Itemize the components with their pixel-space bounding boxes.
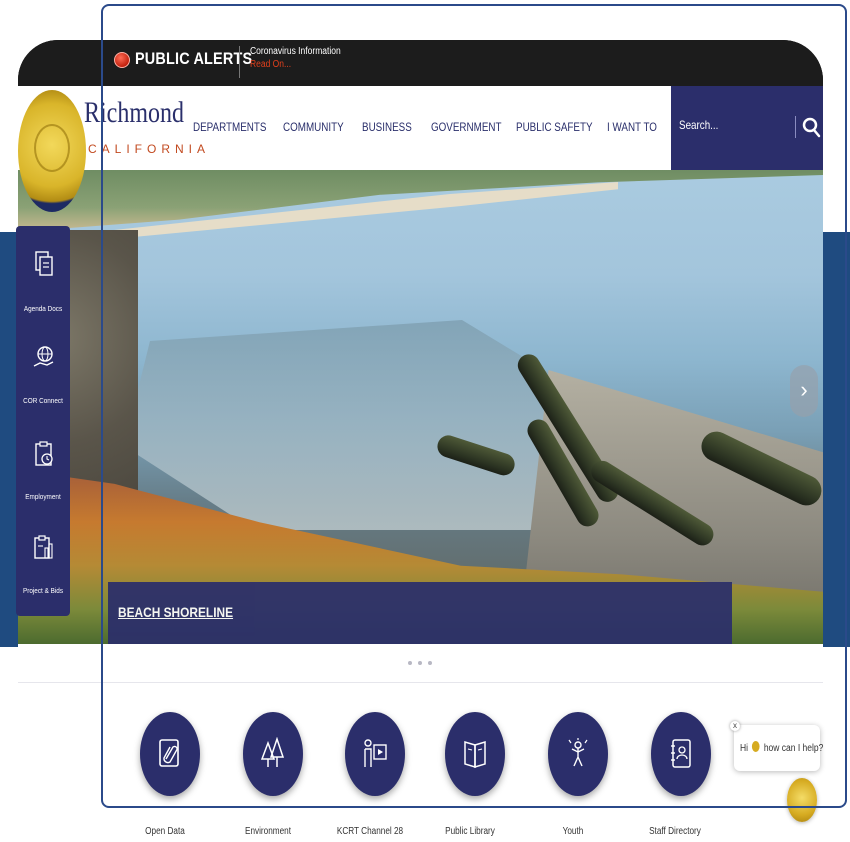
alert-divider [239, 46, 240, 78]
nav-business[interactable]: BUSINESS [362, 120, 412, 134]
hero-caption-box: BEACH SHORELINE [108, 582, 732, 644]
document-icon [35, 251, 53, 276]
link-staff-directory[interactable] [651, 712, 711, 796]
link-label[interactable]: Environment [223, 826, 313, 837]
carousel-dot[interactable] [408, 661, 412, 665]
site-header: Richmond CALIFORNIA DEPARTMENTS COMMUNIT… [18, 86, 823, 170]
seal-inner-ring [34, 124, 70, 172]
quick-link-label: Project & Bids [22, 586, 64, 595]
search-separator [795, 116, 796, 138]
quick-link-project-bids[interactable]: Project & Bids [16, 522, 70, 618]
book-icon [464, 740, 486, 769]
carousel-dot[interactable] [428, 661, 432, 665]
link-label[interactable]: Public Library [425, 826, 515, 837]
link-kcrt-channel-28[interactable] [345, 712, 405, 796]
quick-link-label: Employment [25, 492, 61, 501]
address-book-icon [671, 739, 691, 768]
logo-name[interactable]: Richmond [84, 96, 184, 130]
nav-departments[interactable]: DEPARTMENTS [193, 120, 266, 134]
trees-icon [260, 737, 285, 767]
nav-community[interactable]: COMMUNITY [283, 120, 344, 134]
link-youth[interactable] [548, 712, 608, 796]
link-label[interactable]: Youth [528, 826, 618, 837]
presenter-icon [364, 739, 387, 767]
section-divider [18, 682, 823, 683]
chat-emoji-icon [752, 741, 760, 752]
right-blue-band [823, 232, 850, 647]
link-environment[interactable] [243, 712, 303, 796]
chat-bubble[interactable]: x Hi how can I help? [730, 721, 823, 771]
website-screen: PUBLIC ALERTS Coronavirus Information Re… [18, 40, 823, 644]
chevron-right-icon[interactable]: › [790, 365, 818, 417]
carousel-dot[interactable] [418, 661, 422, 665]
chat-message: Hi how can I help? [740, 741, 823, 754]
chat-avatar-icon[interactable] [787, 778, 817, 822]
quick-link-label: COR Connect [23, 396, 63, 405]
link-label[interactable]: Staff Directory [630, 826, 720, 837]
alert-read-on-link[interactable]: Read On... [250, 59, 291, 70]
search-input[interactable]: Search... [679, 118, 718, 132]
link-open-data[interactable] [140, 712, 200, 796]
search-icon[interactable] [801, 116, 821, 138]
alert-info-text[interactable]: Coronavirus Information [250, 46, 341, 57]
quick-link-employment[interactable]: Employment [16, 426, 70, 522]
link-label[interactable]: Open Data [120, 826, 210, 837]
quick-link-agenda-docs[interactable]: Agenda Docs [16, 234, 70, 330]
chat-greeting: Hi [740, 743, 749, 754]
youth-icon [568, 738, 588, 767]
hero-slideshow: BEACH SHORELINE › [18, 170, 823, 644]
hero-caption[interactable]: BEACH SHORELINE [118, 604, 233, 620]
nav-government[interactable]: GOVERNMENT [431, 120, 502, 134]
quick-link-cor-connect[interactable]: COR Connect [16, 330, 70, 426]
city-seal-logo[interactable] [18, 90, 86, 212]
close-icon[interactable]: x [730, 721, 740, 731]
logo-subtitle: CALIFORNIA [88, 142, 211, 156]
link-public-library[interactable] [445, 712, 505, 796]
public-alerts-bar: PUBLIC ALERTS Coronavirus Information Re… [18, 40, 823, 86]
alert-icon [114, 52, 130, 68]
alert-title[interactable]: PUBLIC ALERTS [135, 49, 252, 69]
link-label[interactable]: KCRT Channel 28 [325, 826, 415, 837]
nav-i-want-to[interactable]: I WANT TO [607, 120, 657, 134]
paperclip-document-icon [159, 739, 179, 767]
clipboard-clock-icon [35, 441, 53, 466]
nav-public-safety[interactable]: PUBLIC SAFETY [516, 120, 593, 134]
globe-hand-icon [33, 346, 54, 367]
quick-link-label: Agenda Docs [23, 304, 63, 313]
quick-links-sidebar: Agenda Docs COR Connect Employment Proje… [16, 226, 70, 616]
chat-message-text: how can I help? [763, 743, 824, 754]
clipboard-chart-icon [34, 535, 53, 559]
search-box: Search... [671, 86, 823, 170]
